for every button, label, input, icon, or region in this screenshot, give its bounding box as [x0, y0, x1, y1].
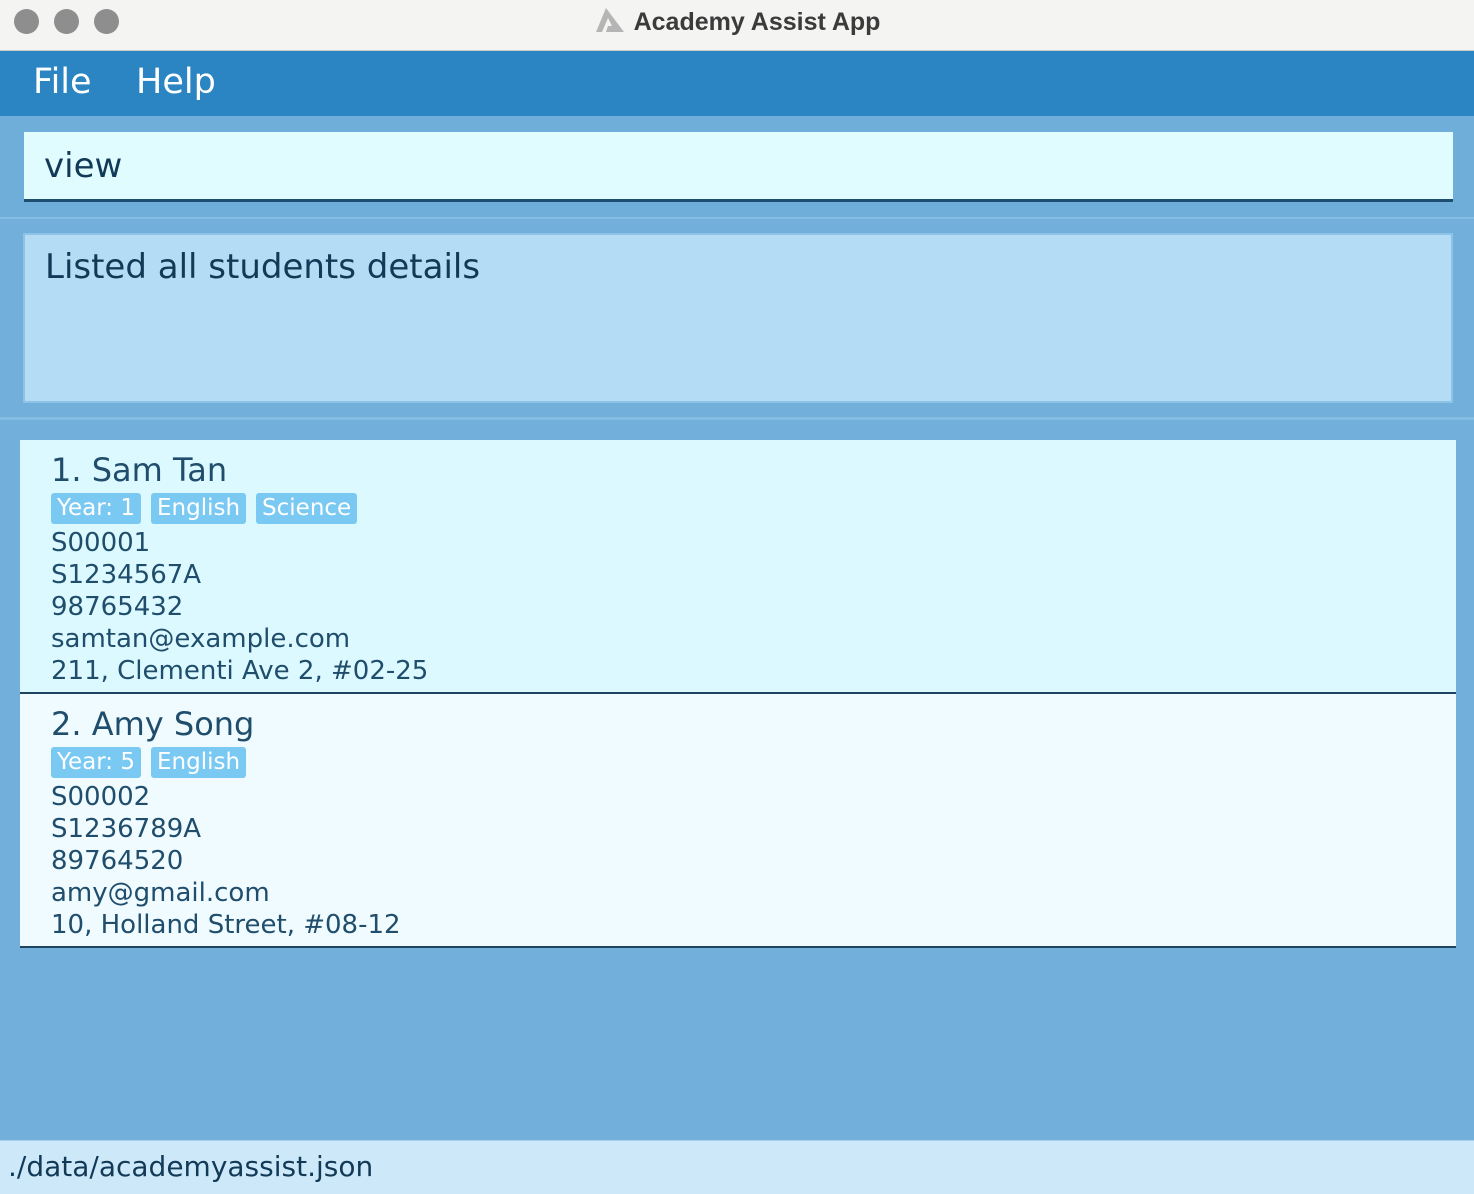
- command-box-panel: view: [0, 117, 1474, 219]
- student-email: amy@gmail.com: [51, 878, 270, 908]
- command-input[interactable]: view: [24, 132, 1453, 202]
- student-list[interactable]: 1. Sam Tan Year: 1 English Science S00001 …: [20, 440, 1456, 948]
- tag-subject: English: [150, 747, 247, 778]
- student-card[interactable]: 2. Amy Song Year: 5 English S00002 S12367…: [20, 694, 1456, 948]
- student-name: 1. Sam Tan: [51, 451, 228, 489]
- student-card[interactable]: 1. Sam Tan Year: 1 English Science S00001 …: [20, 440, 1456, 694]
- menu-bar: File Help: [0, 51, 1474, 116]
- student-phone: 98765432: [51, 592, 184, 622]
- window-titlebar: Academy Assist App: [0, 0, 1474, 51]
- menu-help[interactable]: Help: [136, 62, 216, 102]
- student-email: samtan@example.com: [51, 624, 351, 654]
- student-name: 2. Amy Song: [51, 705, 255, 743]
- result-display: Listed all students details: [23, 233, 1453, 403]
- student-id: S00001: [51, 528, 151, 558]
- tag-subject: Science: [256, 493, 358, 524]
- window-title: Academy Assist App: [0, 6, 1474, 37]
- tag-year: Year: 5: [51, 747, 141, 778]
- student-id: S00002: [51, 782, 151, 812]
- student-tags: Year: 5 English: [51, 745, 1425, 781]
- student-nric: S1234567A: [51, 560, 202, 590]
- status-bar: ./data/academyassist.json: [0, 1140, 1474, 1194]
- student-phone: 89764520: [51, 846, 184, 876]
- student-tags: Year: 1 English Science: [51, 491, 1425, 527]
- menu-file[interactable]: File: [33, 62, 92, 102]
- divider: [0, 417, 1474, 420]
- save-file-path: ./data/academyassist.json: [8, 1150, 374, 1183]
- student-address: 211, Clementi Ave 2, #02-25: [51, 656, 429, 686]
- window-title-text: Academy Assist App: [633, 8, 881, 36]
- student-nric: S1236789A: [51, 814, 202, 844]
- tag-year: Year: 1: [51, 493, 141, 524]
- app-logo-icon: [595, 8, 624, 32]
- student-address: 10, Holland Street, #08-12: [51, 910, 401, 940]
- tag-subject: English: [150, 493, 247, 524]
